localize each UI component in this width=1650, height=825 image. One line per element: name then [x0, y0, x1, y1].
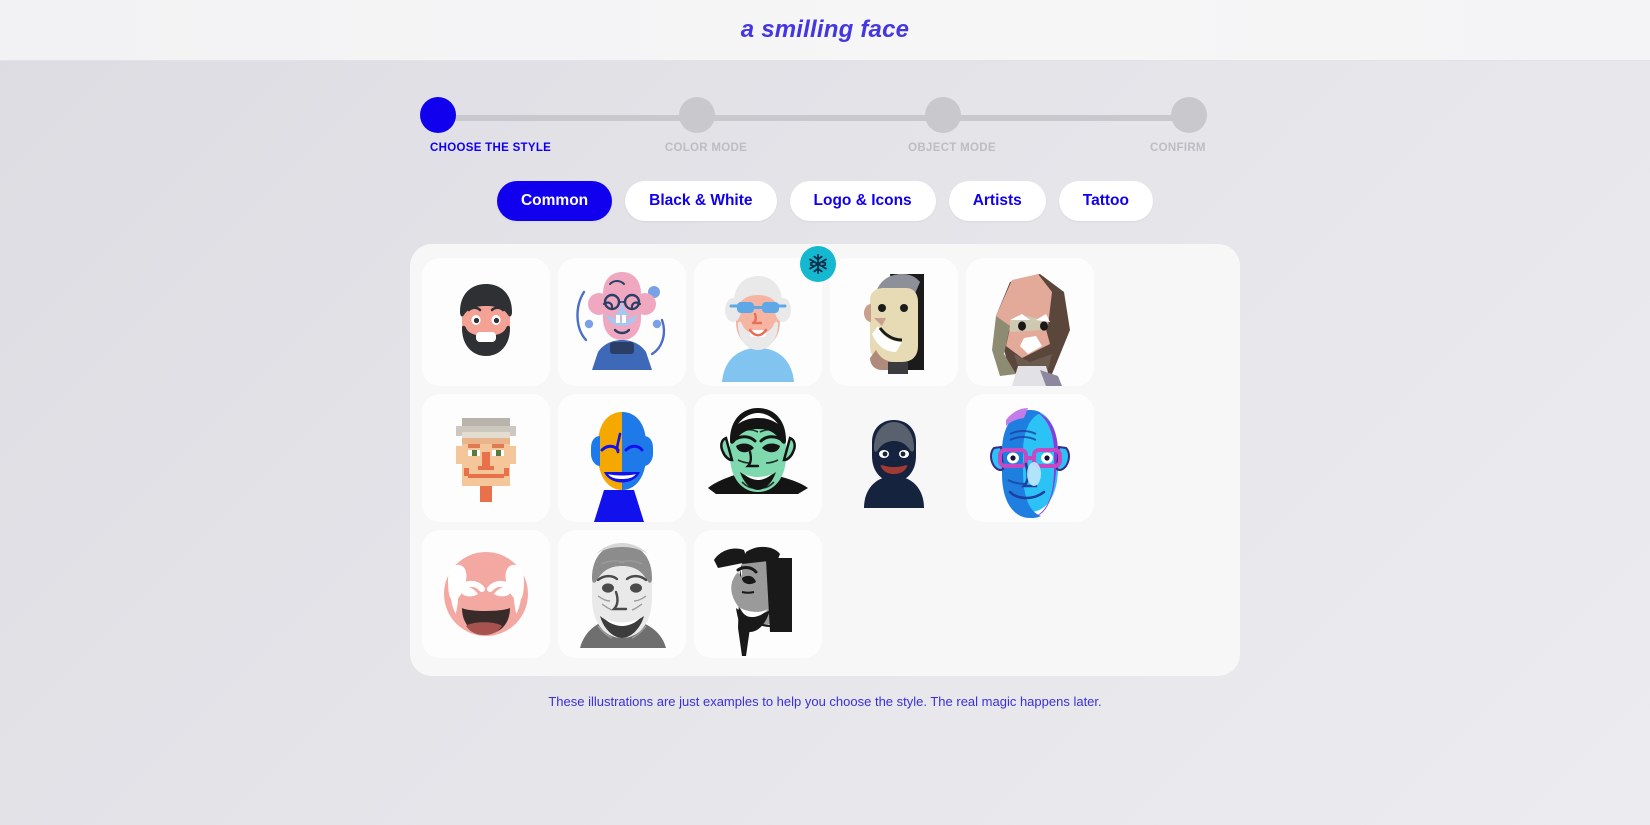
navy-hooded-man-icon: [864, 420, 924, 508]
style-option-navy-hooded-man-icon[interactable]: [830, 394, 958, 522]
style-gallery: [410, 244, 1240, 676]
style-option-neon-blue-glitch-portrait[interactable]: [966, 394, 1094, 522]
tab-common[interactable]: Common: [496, 181, 613, 221]
app-root: a smilling face CHOOSE THE STYLE COLOR M…: [0, 0, 1650, 825]
tab-logo-and-icons[interactable]: Logo & Icons: [789, 181, 936, 221]
tab-black-and-white[interactable]: Black & White: [625, 181, 777, 221]
low-poly-bearded-man-icon: [966, 258, 1094, 386]
stepper: CHOOSE THE STYLE COLOR MODE OBJECT MODE …: [420, 97, 1225, 159]
style-option-low-poly-bearded-man[interactable]: [966, 258, 1094, 386]
style-option-cubist-profile-face[interactable]: [830, 258, 958, 386]
app-header: a smilling face: [0, 0, 1650, 61]
style-option-bald-man-blue-moustache-cartoon[interactable]: [558, 258, 686, 386]
gallery-footnote: These illustrations are just examples to…: [548, 694, 1102, 709]
bald-man-blue-moustache-icon: [558, 258, 686, 386]
bearded-man-flat-avatar-icon: [422, 258, 550, 386]
grandpa-blue-glasses-icon: [694, 258, 822, 386]
grayscale-engraved-smiling-man-icon: [558, 530, 686, 658]
style-option-pink-laughing-grandpa[interactable]: [422, 530, 550, 658]
green-old-man-line-art-icon: [694, 394, 822, 522]
style-option-pixel-art-face[interactable]: [422, 394, 550, 522]
step-label-1: CHOOSE THE STYLE: [430, 142, 552, 154]
snowflake-badge: [800, 246, 836, 282]
style-option-bearded-man-flat-avatar[interactable]: [422, 258, 550, 386]
yellow-blue-laughing-face-icon: [558, 394, 686, 522]
style-option-grandpa-blue-glasses-avatar[interactable]: [694, 246, 836, 386]
tab-artists[interactable]: Artists: [948, 181, 1046, 221]
stepper-section: CHOOSE THE STYLE COLOR MODE OBJECT MODE …: [420, 61, 1225, 159]
step-dot-2: [679, 97, 715, 133]
style-option-yellow-blue-laughing-face[interactable]: [558, 394, 686, 522]
neon-blue-glitch-portrait-icon: [966, 394, 1094, 522]
snowflake-icon: [809, 253, 827, 275]
step-label-4: CONFIRM: [1150, 142, 1206, 154]
style-option-grayscale-engraved-smiling-man[interactable]: [558, 530, 686, 658]
step-label-2: COLOR MODE: [664, 142, 748, 154]
step-label-3: OBJECT MODE: [908, 142, 996, 154]
page-title: a smilling face: [740, 16, 910, 43]
step-dot-1: [420, 97, 456, 133]
style-category-tabs: Common Black & White Logo & Icons Artist…: [0, 181, 1650, 221]
pink-laughing-grandpa-icon: [422, 530, 550, 658]
step-dot-4: [1171, 97, 1207, 133]
style-option-grayscale-stencil-hat-man[interactable]: [694, 530, 822, 658]
cubist-profile-face-icon: [830, 258, 958, 386]
stepper-track: [447, 115, 1203, 121]
style-option-green-old-man-line-art[interactable]: [694, 394, 822, 522]
grayscale-stencil-hat-man-icon: [694, 530, 822, 658]
step-dot-3: [925, 97, 961, 133]
tab-tattoo[interactable]: Tattoo: [1058, 181, 1153, 221]
pixel-art-face-icon: [422, 394, 550, 522]
